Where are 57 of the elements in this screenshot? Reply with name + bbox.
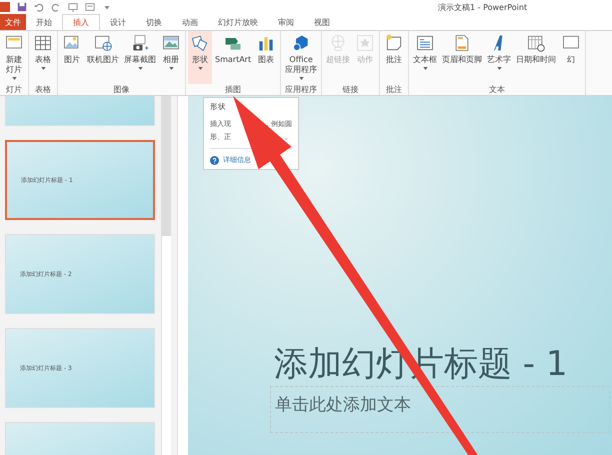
group-label: 表格 <box>35 84 51 95</box>
caret-icon <box>138 67 142 70</box>
help-icon <box>210 156 219 164</box>
ribbon-button[interactable]: 艺术字 <box>485 31 514 84</box>
ribbon-button[interactable]: 文本框 <box>411 31 440 84</box>
group-label: 灯片 <box>6 84 22 95</box>
ribbon-button[interactable]: 图片 <box>60 31 84 84</box>
ribbon-button[interactable]: 图表 <box>254 31 278 84</box>
caret-icon <box>198 67 202 70</box>
text-box-icon <box>415 33 436 53</box>
calendar-clock-icon <box>526 33 546 53</box>
ribbon-tab[interactable]: 插入 <box>62 14 100 30</box>
slide-icon[interactable] <box>85 2 95 12</box>
undo-icon[interactable] <box>34 2 44 12</box>
ribbon-button[interactable]: 相册 <box>159 31 183 84</box>
redo-icon[interactable] <box>51 2 61 12</box>
ribbon-tab[interactable]: 设计 <box>100 14 136 30</box>
ribbon-button[interactable]: 形状 <box>188 31 212 84</box>
ribbon-button[interactable]: Office 应用程序 <box>283 31 320 84</box>
group-label: 应用程序 <box>285 84 318 95</box>
group-label: 批注 <box>386 84 402 95</box>
ribbon-button[interactable]: 批注 <box>382 31 406 84</box>
window-title: 演示文稿1 - PowerPoint <box>438 2 528 12</box>
ribbon-button[interactable]: 日期和时间 <box>514 31 558 84</box>
ribbon-tab[interactable]: 视图 <box>304 14 340 30</box>
caret-icon <box>496 67 502 70</box>
group-label: 文本 <box>489 84 506 95</box>
ribbon-button[interactable]: SmartArt <box>213 31 254 84</box>
ribbon-button[interactable]: 幻 <box>559 31 584 84</box>
app-icon <box>0 2 10 12</box>
ribbon-button[interactable]: 表格 <box>31 31 55 84</box>
caret-icon <box>168 67 174 70</box>
ribbon-button[interactable]: 新建 灯片 <box>2 31 26 84</box>
ribbon-tab[interactable]: 动画 <box>172 14 208 30</box>
group-label: 插图 <box>225 84 242 95</box>
presentation-icon[interactable] <box>68 2 78 12</box>
scroll-thumb[interactable] <box>162 96 171 236</box>
ribbon-tab[interactable]: 切换 <box>136 14 172 30</box>
group-label: 链接 <box>342 84 359 95</box>
caret-icon <box>298 77 304 80</box>
shapes-icon <box>190 33 210 53</box>
save-icon[interactable] <box>17 2 27 12</box>
ribbon-tab[interactable]: 幻灯片放映 <box>208 14 268 30</box>
caret-icon <box>40 67 46 70</box>
globe-image-icon <box>93 33 113 53</box>
scrollbar[interactable] <box>161 96 171 455</box>
table-icon <box>33 33 53 53</box>
group-label: 图像 <box>114 84 130 95</box>
ribbon-button[interactable]: 页眉和页脚 <box>440 31 484 84</box>
placeholder-text: 单击此处添加文本 <box>275 395 411 415</box>
ribbon-button[interactable]: 屏幕截图 <box>122 31 158 84</box>
ribbon-tab[interactable]: 审阅 <box>268 14 304 30</box>
caret-icon <box>12 77 16 80</box>
ribbon-tab[interactable]: 开始 <box>26 14 62 30</box>
ribbon-button[interactable]: 联机图片 <box>85 31 121 84</box>
caret-icon <box>422 67 428 70</box>
file-tab[interactable]: 文件 <box>0 14 26 30</box>
